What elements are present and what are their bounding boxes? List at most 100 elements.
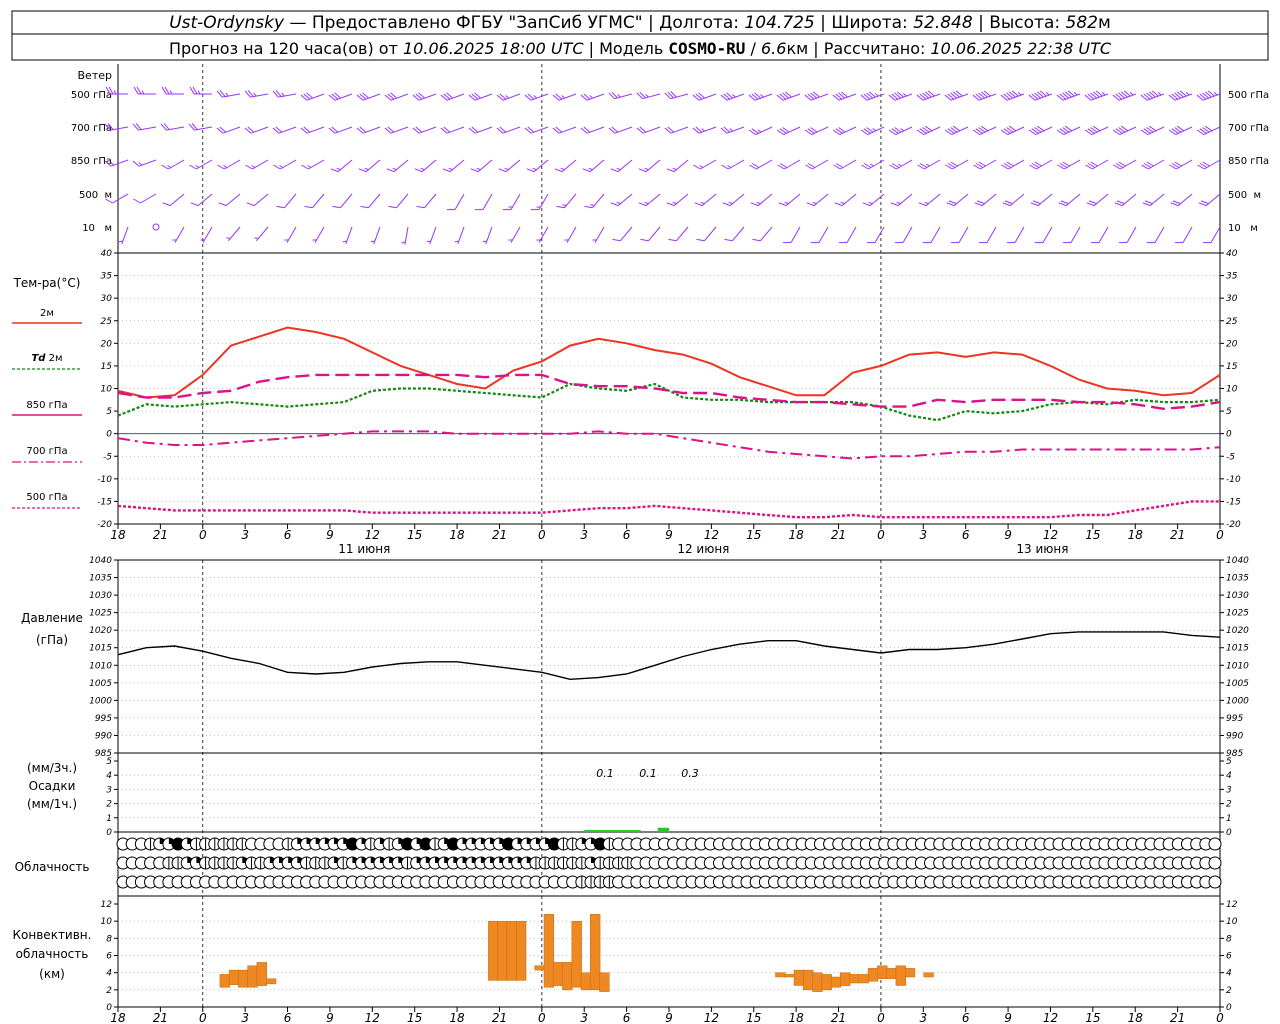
wind-staff [1154,226,1165,243]
wind-calm [152,223,160,231]
y-tick-label-left: 15 [101,362,113,372]
wind-feather [386,168,395,173]
y-tick-label-right: 2 [1226,986,1232,996]
temp-y-axis: -20 -20 -15 -15 -10 -10 -5 -5 0 0 5 5 10 10 15 15 20 20 25… [97,249,1241,530]
y-tick-label-right: 12 [1226,900,1238,910]
y-tick-label-right: 1015 [1226,644,1249,654]
y-tick-label-left: 1000 [89,696,112,706]
wind-barb [888,91,913,101]
y-tick-label-left: 3 [106,785,112,795]
conv-bar [840,972,851,986]
wind-staff [169,193,185,206]
wind-feather [246,202,255,207]
wind-feather [330,168,339,173]
wind-feather [392,167,397,171]
provider: Предоставлено ФГБУ "ЗапСиб УГМС" [312,13,643,33]
wind-staff [112,193,129,204]
wind-feather [1004,200,1013,205]
conv-bar [904,968,916,978]
temp-series-t2m [117,326,1221,399]
wind-feather [304,205,313,209]
y-tick-label-left: 4 [106,969,112,979]
wind-staff [1126,226,1137,243]
time-tick-label: 21 [1170,1011,1185,1024]
y-tick-label-left: 1005 [89,679,112,689]
y-tick-label-right: 4 [1226,771,1232,781]
wind-barb [384,126,409,134]
time-tick-label: 15 [407,528,422,542]
wind-barb [923,226,941,244]
wind-barb [447,193,465,211]
wind-feather [1116,200,1125,205]
wind-feather [946,202,955,207]
wind-barb [1169,159,1193,170]
time-tick-label: 3 [241,528,249,542]
time-tick-label: 15 [746,1011,761,1024]
wind-feather [560,167,565,171]
wind-barb [752,226,773,242]
y-tick-label-left: 12 [101,900,113,910]
wind-feather [644,201,649,205]
time-tick-label: 18 [1128,528,1144,542]
wind-feather [869,163,874,167]
wind-barb [1063,226,1081,244]
wind-barb [580,93,605,101]
wind-barb [312,226,325,243]
wind-barb [1084,90,1109,101]
wind-feather [1198,202,1207,207]
wind-barb [426,226,437,245]
model-name: COSMO-RU [668,39,745,58]
wind-barb [161,86,184,95]
wind-barb [777,159,801,170]
wind-barb [1057,159,1081,170]
wind-barb [1028,90,1053,101]
wind-barb [666,193,689,207]
wind-feather [902,93,907,97]
conv-bar [867,968,879,982]
time-tick-label: 6 [962,528,970,542]
wind-feather [638,202,647,207]
wind-barb [1119,226,1137,244]
wind-barb [582,159,605,173]
y-tick-label-left: 40 [101,249,113,259]
wind-barb [1114,193,1137,207]
y-tick-label-right: 3 [1226,785,1232,795]
wind-barb [160,123,185,131]
y-tick-label-right: -5 [1226,452,1235,462]
y-tick-label-left: 25 [101,317,113,327]
wind-barb [384,92,409,101]
time-tick-label: 12 [1043,1011,1058,1024]
calc-time: 10.06.2025 22:38 UTC [930,39,1111,58]
header-sep-1: | [643,13,660,33]
wind-staff [760,226,773,242]
wind-feather [1086,202,1095,207]
wind-feather [195,165,200,168]
time-axis-mid: 18 21 0 3 6 9 12 15 18 21 0 3 6 9 12 15 18 21 0 3 6 9 12 15 18 21… [110,524,1224,556]
wind-barb [720,126,745,134]
wind-feather [416,205,425,209]
wind-feather [806,202,815,207]
wind-feather [132,160,140,167]
wind-staff [225,193,241,206]
wind-staff [676,226,689,242]
wind-staff [818,226,829,243]
wind-feather [1157,92,1162,96]
wind-feather [307,165,312,168]
time-tick-label: 21 [1170,528,1185,542]
wind-barb [783,226,801,244]
wind-feather [616,201,621,205]
wind-feather [336,167,341,171]
wind-barb [1168,125,1193,136]
wind-barb [554,159,577,173]
wind-staff [1042,226,1053,243]
wind-barb [498,159,521,173]
wind-level-10m: 10 м [82,223,112,234]
wind-staff [930,226,941,243]
wind-barb [556,193,577,209]
conv-bar [256,962,267,986]
wind-feather [161,164,169,170]
time-tick-label: 21 [492,1011,507,1024]
wind-staff [368,193,381,209]
wind-barb [152,223,160,231]
wind-barb [944,125,969,136]
